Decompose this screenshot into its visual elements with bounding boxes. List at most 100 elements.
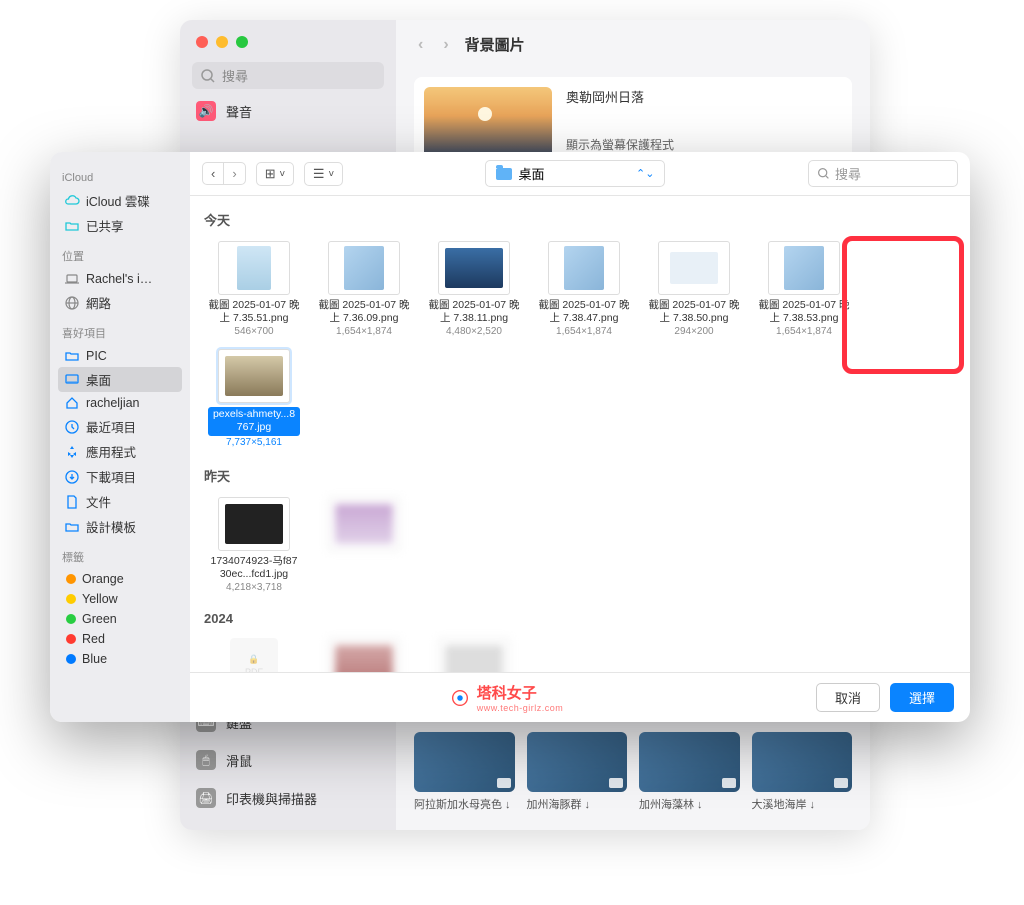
finder-footer: 塔科女子 www.tech-girlz.com 取消 選擇 <box>190 672 970 722</box>
file-thumb <box>438 638 510 672</box>
group-label-today: 今天 <box>204 210 956 229</box>
forward-icon[interactable]: › <box>224 163 244 184</box>
tag-dot-icon <box>66 574 76 584</box>
settings-search[interactable]: 搜尋 <box>192 62 384 89</box>
download-icon <box>64 469 80 485</box>
sidebar-item-templates[interactable]: 設計模板 <box>58 514 182 539</box>
wallpaper-item[interactable]: 阿拉斯加水母亮色 ↓ <box>414 732 515 812</box>
doc-icon <box>64 494 80 510</box>
search-icon <box>200 68 216 84</box>
apps-icon <box>64 444 80 460</box>
tag-dot-icon <box>66 594 76 604</box>
window-controls[interactable] <box>192 32 384 62</box>
settings-title: 背景圖片 <box>465 34 525 55</box>
sidebar-item-pic[interactable]: PIC <box>58 345 182 367</box>
folder-shared-icon <box>64 218 80 234</box>
forward-icon[interactable]: › <box>439 36 452 54</box>
finder-main: ‹› ⊞ⅴ ☰ⅴ 桌面 ⌃⌄ 搜尋 今天 截圖 2025-01-07 晚上 7.… <box>190 152 970 722</box>
minimize-icon[interactable] <box>216 36 228 48</box>
file-item[interactable]: 🔒PDF20251129簡x芸 <box>204 634 304 672</box>
folder-icon <box>64 519 80 535</box>
back-icon[interactable]: ‹ <box>414 36 427 54</box>
sidebar-section-favorites: 喜好項目 <box>62 325 178 341</box>
sidebar-tag-red[interactable]: Red <box>58 629 182 649</box>
file-item[interactable]: 截圖 2025-01-07 晚上 7.35.51.png546×700 <box>204 237 304 341</box>
sidebar-tag-orange[interactable]: Orange <box>58 569 182 589</box>
file-item[interactable]: 截圖 2025-01-07 晚上 7.38.53.png1,654×1,874 <box>754 237 854 341</box>
cloud-icon <box>64 193 80 209</box>
sidebar-item-documents[interactable]: 文件 <box>58 489 182 514</box>
chevron-down-icon: ⅴ <box>329 168 334 179</box>
file-thumb <box>218 497 290 551</box>
tag-dot-icon <box>66 654 76 664</box>
search-icon <box>817 167 830 180</box>
file-thumb <box>548 241 620 295</box>
file-thumb <box>218 349 290 403</box>
file-thumb <box>658 241 730 295</box>
choose-button[interactable]: 選擇 <box>890 683 954 712</box>
screensaver-label: 顯示為螢幕保護程式 <box>566 136 674 153</box>
printer-icon: 🖨 <box>196 788 216 808</box>
wallpaper-item[interactable]: 加州海豚群 ↓ <box>527 732 628 812</box>
file-item[interactable]: 1223842827-1-19 <box>314 634 414 672</box>
sidebar-item-apps[interactable]: 應用程式 <box>58 439 182 464</box>
file-item[interactable]: 截圖 2025-01-07 晚上 7.38.11.png4,480×2,520 <box>424 237 524 341</box>
file-item[interactable] <box>314 493 414 597</box>
wallpaper-item[interactable]: 加州海藻林 ↓ <box>639 732 740 812</box>
wallpaper-name: 奧勒岡州日落 <box>566 87 674 106</box>
updown-icon: ⌃⌄ <box>636 167 654 180</box>
file-thumb <box>328 497 400 551</box>
file-item[interactable]: 截圖 2025-01-07 晚上 7.36.09.png1,654×1,874 <box>314 237 414 341</box>
laptop-icon <box>64 271 80 287</box>
settings-item-printer[interactable]: 🖨印表機與掃描器 <box>192 782 384 814</box>
sound-icon: 🔊 <box>196 101 216 121</box>
mouse-icon: 🖱 <box>196 750 216 770</box>
cancel-button[interactable]: 取消 <box>816 683 880 712</box>
search-placeholder: 搜尋 <box>835 164 861 183</box>
globe-icon <box>64 295 80 311</box>
finder-content[interactable]: 今天 截圖 2025-01-07 晚上 7.35.51.png546×700 截… <box>190 196 970 672</box>
finder-sidebar: iCloud iCloud 雲碟 已共享 位置 Rachel's i… 網路 喜… <box>50 152 190 722</box>
sidebar-item-downloads[interactable]: 下載項目 <box>58 464 182 489</box>
wallpaper-item[interactable]: 大溪地海岸 ↓ <box>752 732 853 812</box>
close-icon[interactable] <box>196 36 208 48</box>
file-item[interactable]: 截圖 2025-01-07 晚上 7.38.50.png294×200 <box>644 237 744 341</box>
file-item-selected[interactable]: pexels-ahmety...8767.jpg7,737×5,161 <box>204 345 304 451</box>
file-thumb <box>438 241 510 295</box>
settings-item-mouse[interactable]: 🖱滑鼠 <box>192 744 384 776</box>
sidebar-item-icloud-drive[interactable]: iCloud 雲碟 <box>58 188 182 213</box>
file-grid: 1734074923-马f8730ec...fcd1.jpg4,218×3,71… <box>204 493 956 597</box>
sidebar-tag-green[interactable]: Green <box>58 609 182 629</box>
sidebar-tag-blue[interactable]: Blue <box>58 649 182 669</box>
sidebar-item-desktop[interactable]: 桌面 <box>58 367 182 392</box>
sidebar-item-computer[interactable]: Rachel's i… <box>58 268 182 290</box>
sidebar-item-shared[interactable]: 已共享 <box>58 213 182 238</box>
finder-toolbar: ‹› ⊞ⅴ ☰ⅴ 桌面 ⌃⌄ 搜尋 <box>190 152 970 196</box>
sidebar-tag-yellow[interactable]: Yellow <box>58 589 182 609</box>
view-icons-button[interactable]: ⊞ⅴ <box>256 162 294 186</box>
settings-header: ‹ › 背景圖片 <box>396 20 870 69</box>
file-item[interactable]: 1734074923-马f8730ec...fcd1.jpg4,218×3,71… <box>204 493 304 597</box>
wallpaper-strip: 阿拉斯加水母亮色 ↓ 加州海豚群 ↓ 加州海藻林 ↓ 大溪地海岸 ↓ <box>396 732 870 830</box>
grid-icon: ⊞ <box>265 166 276 182</box>
nav-buttons[interactable]: ‹› <box>202 162 246 185</box>
folder-icon <box>496 168 512 180</box>
sidebar-section-locations: 位置 <box>62 248 178 264</box>
location-label: 桌面 <box>518 164 544 183</box>
location-popup[interactable]: 桌面 ⌃⌄ <box>485 160 665 187</box>
sidebar-section-icloud: iCloud <box>62 172 178 184</box>
sidebar-item-home[interactable]: racheljian <box>58 392 182 414</box>
group-button[interactable]: ☰ⅴ <box>304 162 343 186</box>
settings-item-sound[interactable]: 🔊 聲音 <box>192 95 384 127</box>
sidebar-item-network[interactable]: 網路 <box>58 290 182 315</box>
back-icon[interactable]: ‹ <box>203 163 224 184</box>
tag-dot-icon <box>66 634 76 644</box>
file-item[interactable]: 截圖 2025-01-07 晚上 7.38.47.png1,654×1,874 <box>534 237 634 341</box>
group-label-yesterday: 昨天 <box>204 466 956 485</box>
sidebar-item-recents[interactable]: 最近項目 <box>58 414 182 439</box>
file-grid: 截圖 2025-01-07 晚上 7.35.51.png546×700 截圖 2… <box>204 237 956 452</box>
finder-search[interactable]: 搜尋 <box>808 160 958 187</box>
file-thumb <box>328 241 400 295</box>
zoom-icon[interactable] <box>236 36 248 48</box>
file-item[interactable] <box>424 634 524 672</box>
